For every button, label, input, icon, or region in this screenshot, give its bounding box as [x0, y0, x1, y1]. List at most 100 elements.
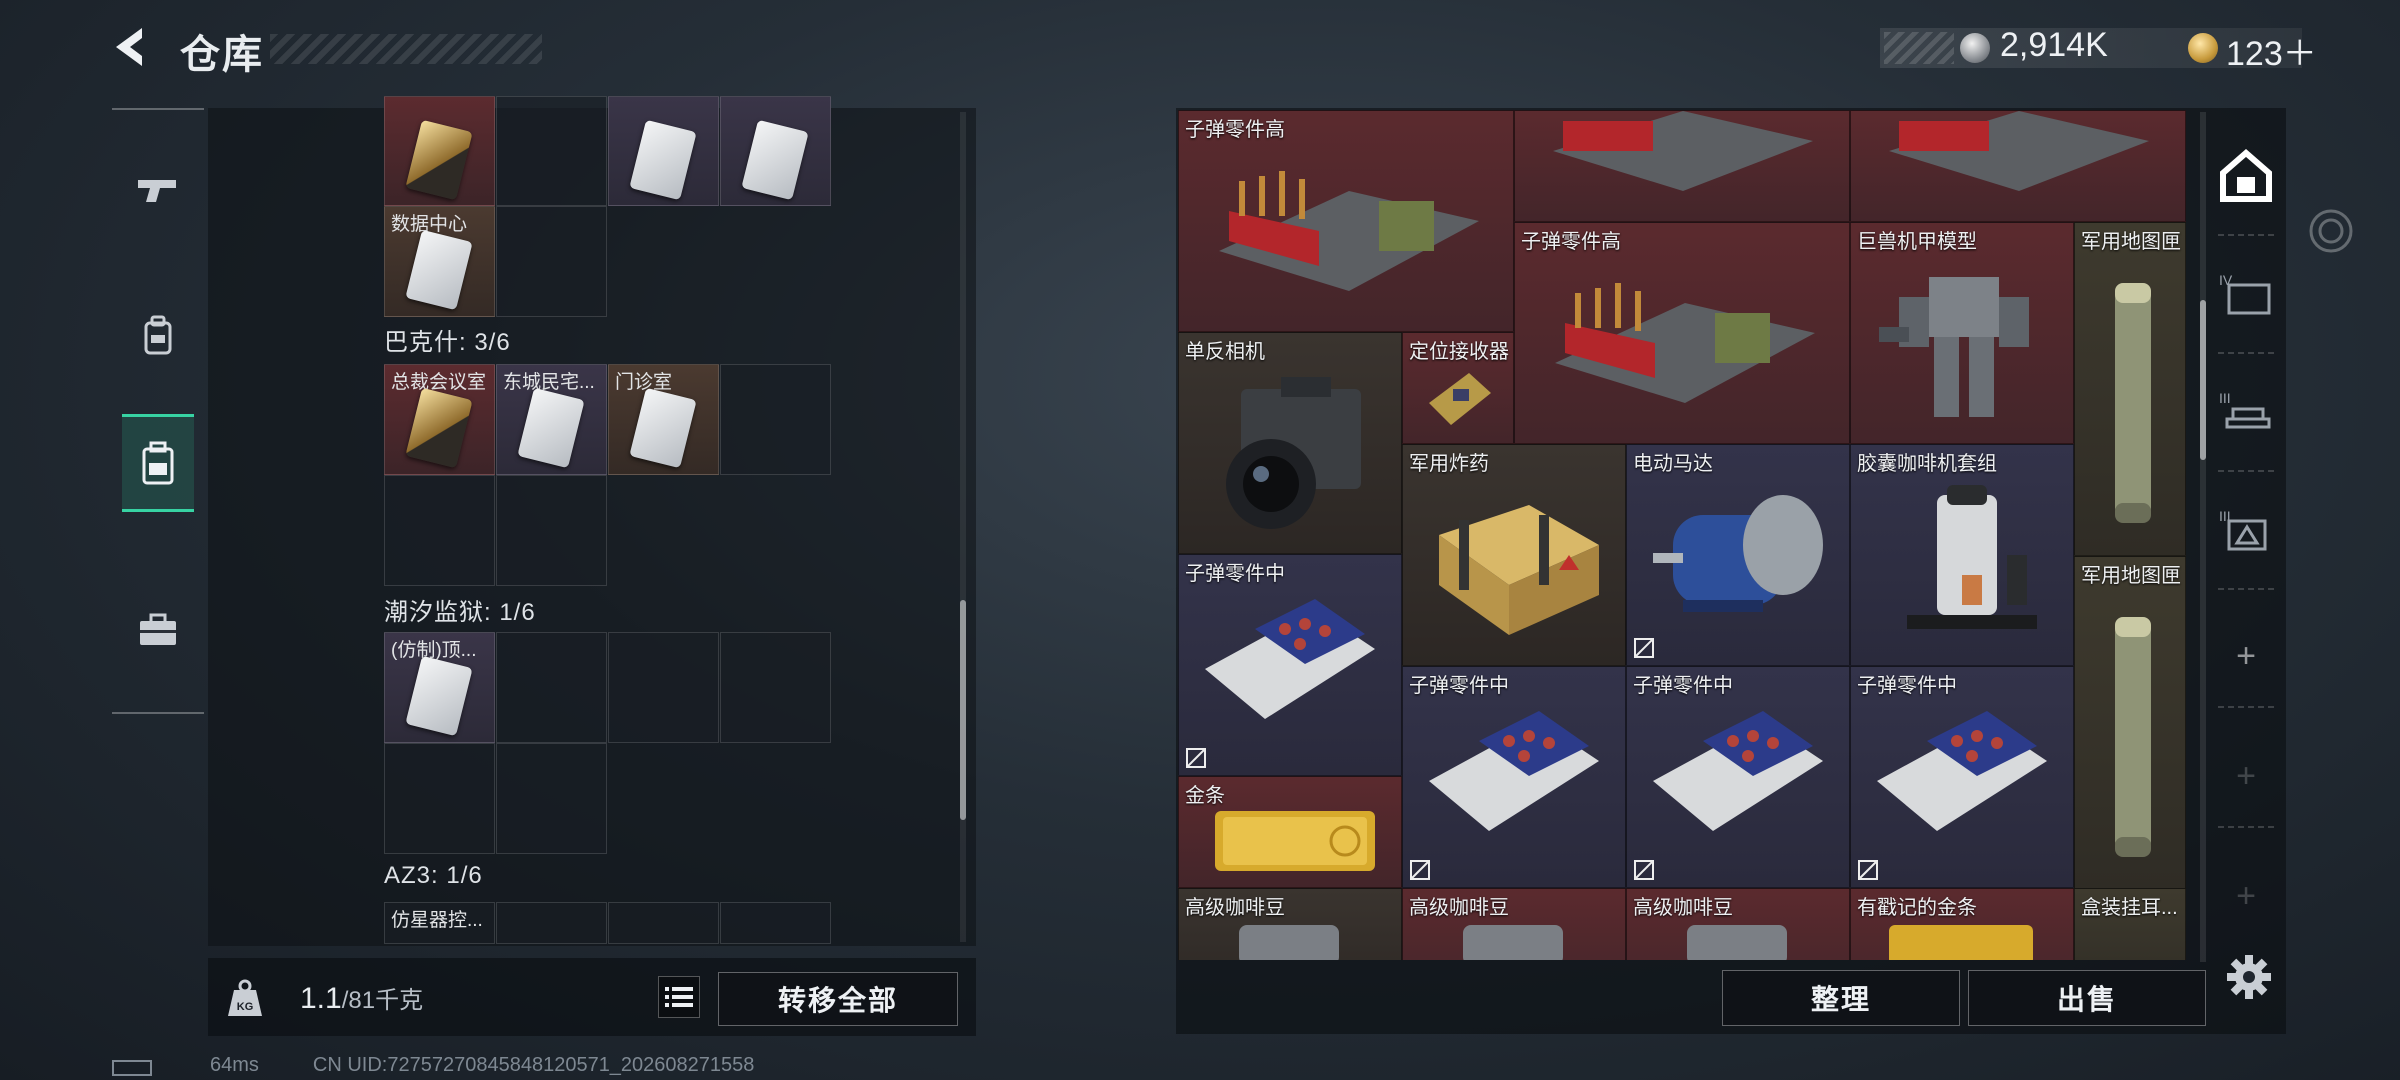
inventory-item[interactable]: 高级咖啡豆 — [1178, 888, 1402, 960]
item-label: 军用地图匣 — [2081, 565, 2181, 587]
inventory-item[interactable]: 有戳记的金条 — [1850, 888, 2074, 960]
key-slot-empty[interactable] — [384, 743, 495, 854]
battery-icon — [112, 1060, 152, 1076]
key-slot[interactable]: 总裁会议室 — [384, 364, 495, 475]
inventory-item[interactable]: 子弹零件中 — [1402, 666, 1626, 888]
key-slot-empty[interactable] — [720, 364, 831, 475]
back-arrow-icon[interactable] — [108, 24, 154, 70]
key-slot[interactable]: 东城民宅... — [496, 364, 607, 475]
key-slot-empty[interactable] — [496, 743, 607, 854]
inventory-item[interactable]: 子弹零件高 — [1514, 222, 1850, 444]
item-label: 有戳记的金条 — [1857, 897, 1977, 919]
right-scrollbar[interactable] — [2200, 300, 2206, 460]
inventory-item[interactable]: 高级咖啡豆 — [1626, 888, 1850, 960]
currency-decoration — [1884, 32, 1954, 64]
nav-gear[interactable] — [122, 290, 194, 382]
key-slot-empty[interactable] — [720, 632, 831, 743]
item-label: 军用地图匣 — [2081, 231, 2181, 253]
inventory-item[interactable]: 盒装挂耳... — [2074, 888, 2186, 960]
briefcase-icon — [140, 613, 176, 645]
key-slot[interactable]: 数据中心 — [384, 206, 495, 317]
coffee-bean-bag-icon — [1687, 925, 1787, 960]
inventory-item[interactable]: 胶囊咖啡机套组 — [1850, 444, 2074, 666]
inventory-item[interactable]: 子弹零件高 — [1178, 110, 1514, 332]
gold-currency-amount[interactable]: 123＋ — [2226, 26, 2317, 75]
explosive-crate-icon — [1439, 505, 1599, 635]
item-label: 子弹零件中 — [1185, 563, 1285, 585]
key-slot[interactable]: 仿星器控... — [384, 902, 495, 944]
inventory-item[interactable]: 子弹零件中 — [1178, 554, 1402, 776]
list-view-button[interactable] — [658, 976, 700, 1018]
transfer-all-button[interactable]: 转移全部 — [718, 972, 958, 1026]
inventory-item[interactable]: 巨兽机甲模型 — [1850, 222, 2074, 444]
tab-safe-box[interactable] — [2212, 136, 2280, 216]
inventory-item[interactable]: 军用地图匣 — [2074, 222, 2186, 556]
key-slot[interactable]: (仿制)顶... — [384, 632, 495, 743]
weight-readout: 1.1/81千克 — [300, 980, 423, 1016]
gear-bag-icon — [144, 315, 172, 355]
inventory-item[interactable] — [1514, 110, 1850, 222]
item-label: 胶囊咖啡机套组 — [1857, 453, 1997, 475]
inventory-item[interactable]: 电动马达 — [1626, 444, 1850, 666]
target-icon[interactable] — [2306, 206, 2356, 256]
item-label: 军用炸药 — [1409, 453, 1489, 475]
gear-icon[interactable] — [2224, 952, 2274, 1002]
inventory-item[interactable]: 定位接收器 — [1402, 332, 1514, 444]
inventory-item[interactable]: 子弹零件中 — [1850, 666, 2074, 888]
ammo-crate-icon — [1889, 111, 2149, 191]
receiver-icon — [1429, 373, 1491, 425]
electric-motor-icon — [1653, 495, 1823, 612]
keycard-image — [517, 387, 585, 469]
key-slot-empty[interactable] — [496, 902, 607, 944]
item-label: 子弹零件高 — [1521, 231, 1621, 253]
key-slot-empty[interactable] — [608, 902, 719, 944]
ammo-case-icon — [1877, 711, 2047, 831]
key-slot[interactable] — [384, 96, 495, 206]
uid-text: CN UID:72757270845848120571_202608271558 — [312, 1054, 755, 1076]
inventory-item[interactable]: 子弹零件中 — [1626, 666, 1850, 888]
inventory-item[interactable]: 高级咖啡豆 — [1402, 888, 1626, 960]
inventory-item[interactable]: 军用炸药 — [1402, 444, 1626, 666]
container-III-b-icon: III — [2219, 508, 2267, 551]
sort-button[interactable]: 整理 — [1722, 970, 1960, 1026]
inventory-item[interactable] — [1850, 110, 2186, 222]
inventory-item[interactable]: 金条 — [1178, 776, 1402, 888]
key-slot[interactable]: 门诊室 — [608, 364, 719, 475]
coffee-bean-bag-icon — [1239, 925, 1339, 960]
container-III-icon: III — [2219, 390, 2271, 429]
key-slot-empty[interactable] — [608, 632, 719, 743]
group-label: 潮汐监狱: 1/6 — [384, 599, 536, 626]
key-slot-empty[interactable] — [384, 475, 495, 586]
status-line: 64ms CN UID:72757270845848120571_20260827… — [210, 1054, 808, 1077]
stamped-gold-bar-icon — [1889, 925, 2033, 960]
key-slot-empty[interactable] — [496, 96, 607, 206]
keycard-image — [629, 387, 697, 469]
inventory-grid: 子弹零件高 子弹零件高 巨兽机甲模型 军用地图匣 单反相机 定位接收器 军用炸药… — [1178, 110, 2194, 960]
sell-button[interactable]: 出售 — [1968, 970, 2206, 1026]
inventory-item[interactable]: 单反相机 — [1178, 332, 1402, 554]
silver-currency-amount[interactable]: 2,914K — [2000, 26, 2108, 65]
tab-container-iii-b[interactable]: III — [2212, 490, 2280, 570]
add-container-button[interactable]: + — [2212, 616, 2280, 696]
tab-container-iii[interactable]: III — [2212, 372, 2280, 452]
nav-briefcase[interactable] — [122, 584, 194, 676]
ammo-case-icon — [1205, 599, 1375, 719]
inventory-item[interactable]: 军用地图匣 — [2074, 556, 2186, 890]
item-label: 金条 — [1185, 785, 1225, 807]
key-slot[interactable] — [608, 96, 719, 206]
coffee-machine-icon — [1907, 485, 2037, 629]
tab-container-iv[interactable]: IV — [2212, 254, 2280, 334]
item-label: 子弹零件中 — [1633, 675, 1733, 697]
key-slot-empty[interactable] — [496, 475, 607, 586]
nav-weapon[interactable] — [122, 144, 194, 236]
plus-icon: + — [2236, 756, 2256, 795]
nav-backpack[interactable] — [122, 414, 194, 512]
left-scrollbar[interactable] — [960, 600, 966, 820]
list-icon — [665, 987, 693, 1007]
no-sell-icon — [1858, 860, 1878, 880]
key-slot-empty[interactable] — [496, 206, 607, 317]
key-slot[interactable] — [720, 96, 831, 206]
plus-icon: + — [2236, 636, 2256, 675]
key-slot-empty[interactable] — [720, 902, 831, 944]
key-slot-empty[interactable] — [496, 632, 607, 743]
